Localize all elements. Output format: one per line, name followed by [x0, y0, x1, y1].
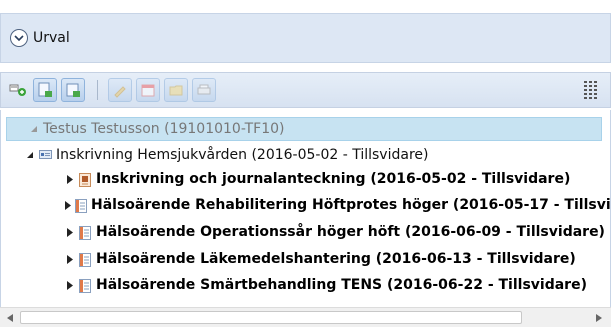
- calendar-icon: [141, 84, 155, 97]
- tree-item-label: Hälsoärende Läkemedelshantering (2016-06…: [96, 251, 576, 267]
- document-icon: [79, 225, 92, 240]
- urval-panel: Urval: [0, 13, 611, 63]
- expand-arrow-icon[interactable]: [65, 280, 75, 290]
- toolbar-separator: [97, 80, 98, 100]
- patient-label: Testus Testusson (19101010-TF10): [43, 121, 285, 137]
- tree-item-label: Inskrivning och journalanteckning (2016-…: [96, 171, 571, 187]
- columns-icon: [584, 81, 587, 99]
- urval-expand-button[interactable]: [10, 29, 28, 47]
- toolbar: [0, 72, 611, 108]
- add-note-icon: [9, 84, 26, 96]
- tree-item-journal[interactable]: Inskrivning och journalanteckning (2016-…: [1, 167, 610, 191]
- tree-node-label: Inskrivning Hemsjukvården (2016-05-02 - …: [56, 147, 429, 163]
- tree-item-label: Hälsoärende Operationssår höger höft (20…: [96, 224, 605, 240]
- tree-item-health-case[interactable]: Hälsoärende Rehabilitering Höftprotes hö…: [1, 193, 611, 217]
- expand-arrow-icon[interactable]: [65, 200, 71, 210]
- expand-arrow-icon[interactable]: [65, 254, 75, 264]
- tree-node-inskrivning[interactable]: Inskrivning Hemsjukvården (2016-05-02 - …: [1, 143, 610, 167]
- print-icon: [197, 84, 211, 95]
- urval-label: Urval: [33, 30, 70, 46]
- new-record-icon: [38, 82, 52, 97]
- expand-arrow-icon[interactable]: [65, 174, 75, 184]
- new-entry-icon: [66, 83, 80, 97]
- expand-arrow-icon[interactable]: [65, 227, 75, 237]
- document-icon: [79, 252, 92, 267]
- document-icon: [79, 278, 92, 293]
- edit-icon: [114, 86, 126, 98]
- new-record-button[interactable]: [33, 78, 57, 102]
- tree-item-health-case[interactable]: Hälsoärende Läkemedelshantering (2016-06…: [1, 247, 610, 271]
- columns-button[interactable]: [584, 81, 598, 99]
- new-entry-button[interactable]: [61, 78, 85, 102]
- tree-root-patient[interactable]: Testus Testusson (19101010-TF10): [6, 117, 602, 141]
- folder-icon: [169, 85, 183, 96]
- document-icon: [75, 198, 87, 213]
- chevron-down-icon: [14, 34, 24, 41]
- enrollment-icon: [39, 149, 52, 162]
- folder-button[interactable]: [164, 78, 188, 102]
- journal-icon: [79, 172, 92, 187]
- scroll-right-icon[interactable]: [593, 312, 605, 324]
- edit-button[interactable]: [108, 78, 132, 102]
- print-button[interactable]: [192, 78, 216, 102]
- tree-item-label: Hälsoärende Rehabilitering Höftprotes hö…: [91, 197, 611, 213]
- tree-item-health-case[interactable]: Hälsoärende Smärtbehandling TENS (2016-0…: [1, 273, 610, 297]
- calendar-button[interactable]: [136, 78, 160, 102]
- tree-item-health-case[interactable]: Hälsoärende Operationssår höger höft (20…: [1, 220, 610, 244]
- add-note-button[interactable]: [7, 79, 29, 101]
- horizontal-scrollbar[interactable]: [0, 307, 611, 327]
- scrollbar-thumb[interactable]: [20, 311, 522, 324]
- scroll-left-icon[interactable]: [4, 312, 16, 324]
- collapse-arrow-icon[interactable]: [25, 150, 35, 160]
- collapse-arrow-icon[interactable]: [29, 124, 39, 134]
- tree-item-label: Hälsoärende Smärtbehandling TENS (2016-0…: [96, 277, 587, 293]
- journal-tree: Testus Testusson (19101010-TF10) Inskriv…: [0, 110, 611, 327]
